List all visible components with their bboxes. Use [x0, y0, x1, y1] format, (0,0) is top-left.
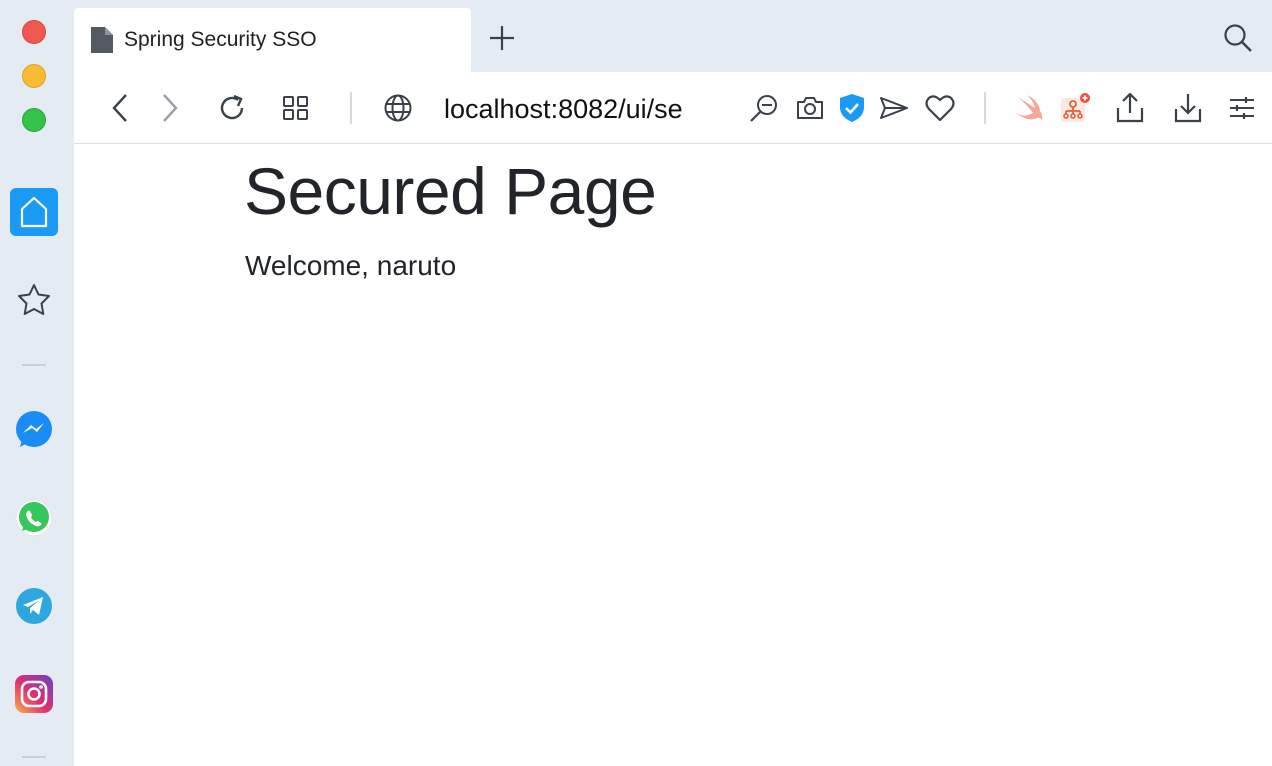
chevron-right-icon — [160, 93, 180, 123]
web-content: Secured Page Welcome, naruto — [74, 145, 1272, 766]
sliders-icon — [1228, 94, 1256, 122]
instagram-icon — [14, 674, 54, 714]
reload-icon — [217, 93, 247, 123]
tab-grid-button[interactable] — [278, 90, 314, 126]
new-tab-button[interactable] — [484, 20, 520, 56]
search-icon — [1223, 23, 1253, 53]
window-maximize-button[interactable] — [22, 108, 46, 132]
shield-check-icon — [838, 93, 866, 123]
plus-icon — [488, 24, 516, 52]
sidebar-item-whatsapp[interactable] — [10, 494, 58, 542]
window-close-button[interactable] — [22, 20, 46, 44]
share-icon — [1115, 93, 1145, 123]
sidebar — [0, 0, 74, 766]
sidebar-divider — [22, 756, 46, 758]
home-icon — [19, 196, 49, 228]
send-button[interactable] — [876, 90, 912, 126]
sitemap-icon — [1057, 92, 1091, 124]
site-info-button[interactable] — [380, 90, 416, 126]
adblock-button[interactable] — [834, 90, 870, 126]
window-minimize-button[interactable] — [22, 64, 46, 88]
tab-active[interactable]: Spring Security SSO — [74, 8, 471, 72]
share-button[interactable] — [1112, 90, 1148, 126]
zoom-out-icon — [749, 93, 779, 123]
settings-button[interactable] — [1224, 90, 1260, 126]
page-title: Secured Page — [244, 154, 657, 228]
sidebar-item-instagram[interactable] — [10, 670, 58, 718]
star-icon — [16, 282, 52, 318]
toolbar: localhost:8082/ui/se — [74, 72, 1272, 144]
sidebar-item-home[interactable] — [10, 188, 58, 236]
grid-icon — [282, 95, 310, 121]
screenshot-button[interactable] — [792, 90, 828, 126]
tab-bar: Spring Security SSO — [74, 0, 1272, 72]
telegram-icon — [14, 586, 54, 626]
sidebar-divider — [22, 364, 46, 366]
globe-icon — [383, 93, 413, 123]
tab-search-button[interactable] — [1220, 20, 1256, 56]
welcome-message: Welcome, naruto — [245, 250, 457, 281]
heart-icon — [925, 94, 955, 122]
toolbar-divider — [984, 92, 986, 124]
sidebar-item-telegram[interactable] — [10, 582, 58, 630]
whatsapp-icon — [14, 498, 54, 538]
back-button[interactable] — [102, 90, 138, 126]
swift-icon — [1011, 93, 1045, 123]
downloads-button[interactable] — [1170, 90, 1206, 126]
zoom-out-button[interactable] — [746, 90, 782, 126]
send-icon — [879, 95, 909, 121]
camera-icon — [795, 95, 825, 121]
tab-title: Spring Security SSO — [124, 28, 317, 51]
forward-button[interactable] — [152, 90, 188, 126]
sidebar-item-messenger[interactable] — [10, 406, 58, 454]
sitemap-extension-button[interactable] — [1056, 90, 1092, 126]
messenger-icon — [14, 410, 54, 450]
sidebar-item-bookmarks[interactable] — [10, 276, 58, 324]
swift-extension-button[interactable] — [1010, 90, 1046, 126]
chevron-left-icon — [110, 93, 130, 123]
document-icon — [90, 26, 114, 54]
reload-button[interactable] — [214, 90, 250, 126]
toolbar-divider — [350, 92, 352, 124]
address-bar[interactable]: localhost:8082/ui/se — [444, 92, 710, 126]
download-icon — [1173, 93, 1203, 123]
favorite-button[interactable] — [922, 90, 958, 126]
